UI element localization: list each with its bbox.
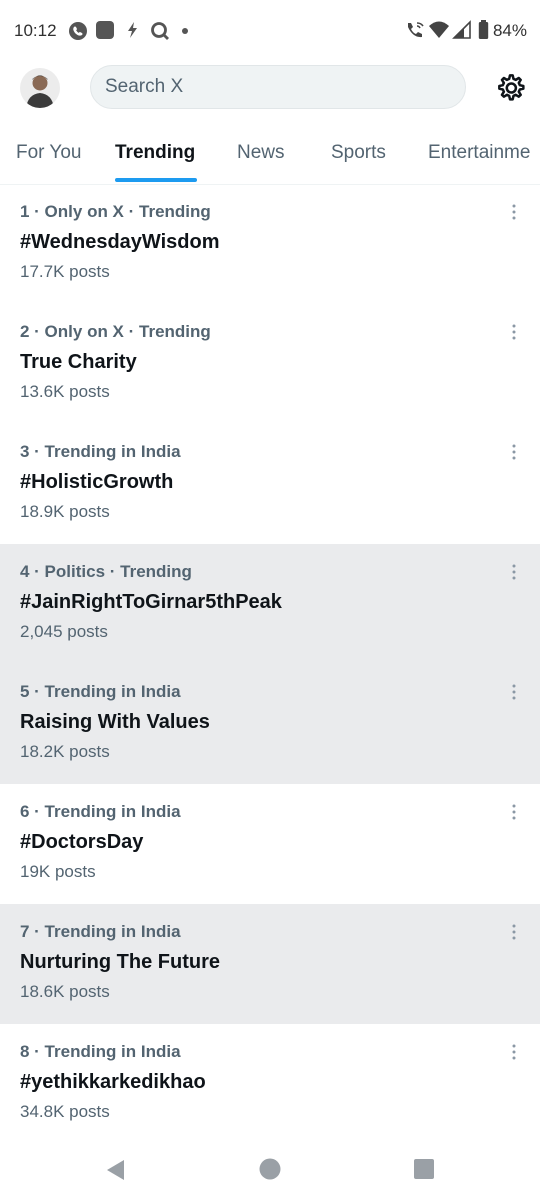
trend-meta: 7 · Trending in India xyxy=(20,922,181,941)
trend-post-count: 34.8K posts xyxy=(20,1102,110,1121)
trend-post-count: 18.6K posts xyxy=(20,982,110,1001)
search-box[interactable] xyxy=(90,65,466,109)
status-time: 10:12 xyxy=(14,21,57,40)
trend-post-count: 18.2K posts xyxy=(20,742,110,761)
trend-name: #WednesdayWisdom xyxy=(20,231,220,253)
more-icon[interactable] xyxy=(504,682,524,702)
trend-item[interactable]: 1 · Only on X · Trending #WednesdayWisdo… xyxy=(0,184,540,304)
trend-item[interactable]: 7 · Trending in India Nurturing The Futu… xyxy=(0,904,540,1024)
trend-item[interactable]: 6 · Trending in India #DoctorsDay 19K po… xyxy=(0,784,540,904)
status-bar: 10:12 84% xyxy=(0,0,540,62)
dot-icon xyxy=(182,28,188,34)
trend-name: #JainRightToGirnar5thPeak xyxy=(20,591,282,613)
trend-item[interactable]: 3 · Trending in India #HolisticGrowth 18… xyxy=(0,424,540,544)
trend-name: True Charity xyxy=(20,351,137,373)
trend-post-count: 17.7K posts xyxy=(20,262,110,281)
wifi-call-icon xyxy=(408,22,424,38)
header xyxy=(0,62,540,118)
back-icon[interactable] xyxy=(104,1158,126,1182)
battery-percentage: 84% xyxy=(492,21,527,40)
trend-meta: 4 · Politics · Trending xyxy=(20,562,192,581)
battery-icon xyxy=(478,20,489,39)
trend-meta: 8 · Trending in India xyxy=(20,1042,181,1061)
navigation-bar xyxy=(0,1140,540,1200)
trend-item[interactable]: 5 · Trending in India Raising With Value… xyxy=(0,664,540,784)
trend-name: #yethikkarkedikhao xyxy=(20,1071,206,1093)
avatar[interactable] xyxy=(20,68,60,108)
trend-name: Nurturing The Future xyxy=(20,951,220,973)
app-icon xyxy=(96,21,114,39)
search-input[interactable] xyxy=(91,66,465,108)
wifi-icon xyxy=(429,21,449,38)
signal-icon xyxy=(452,20,471,39)
whatsapp-icon xyxy=(69,22,87,40)
search-app-icon xyxy=(151,22,169,40)
tab-news[interactable]: News xyxy=(237,142,285,164)
more-icon[interactable] xyxy=(504,922,524,942)
trend-post-count: 13.6K posts xyxy=(20,382,110,401)
more-icon[interactable] xyxy=(504,1042,524,1062)
more-icon[interactable] xyxy=(504,202,524,222)
tab-sports[interactable]: Sports xyxy=(331,142,386,164)
trend-item[interactable]: 8 · Trending in India #yethikkarkedikhao… xyxy=(0,1024,540,1144)
flash-icon xyxy=(128,22,137,38)
tab-bar: For You Trending News Sports Entertainme xyxy=(0,132,540,185)
trend-meta: 6 · Trending in India xyxy=(20,802,181,821)
tab-indicator xyxy=(115,178,197,182)
trend-name: #HolisticGrowth xyxy=(20,471,174,493)
recents-icon[interactable] xyxy=(414,1159,434,1179)
tab-for-you[interactable]: For You xyxy=(16,142,82,164)
more-icon[interactable] xyxy=(504,562,524,582)
trend-meta: 1 · Only on X · Trending xyxy=(20,202,211,221)
trend-post-count: 18.9K posts xyxy=(20,502,110,521)
tab-trending[interactable]: Trending xyxy=(115,142,195,164)
trend-meta: 3 · Trending in India xyxy=(20,442,181,461)
more-icon[interactable] xyxy=(504,322,524,342)
trend-name: #DoctorsDay xyxy=(20,831,144,853)
trend-meta: 2 · Only on X · Trending xyxy=(20,322,211,341)
trend-meta: 5 · Trending in India xyxy=(20,682,181,701)
trend-post-count: 2,045 posts xyxy=(20,622,108,641)
trend-item[interactable]: 2 · Only on X · Trending True Charity 13… xyxy=(0,304,540,424)
tab-entertainment[interactable]: Entertainme xyxy=(428,142,530,164)
trend-name: Raising With Values xyxy=(20,711,210,733)
more-icon[interactable] xyxy=(504,802,524,822)
home-icon[interactable] xyxy=(259,1158,281,1180)
more-icon[interactable] xyxy=(504,442,524,462)
trend-item[interactable]: 4 · Politics · Trending #JainRightToGirn… xyxy=(0,544,540,664)
settings-icon[interactable] xyxy=(494,72,526,104)
trend-list: 1 · Only on X · Trending #WednesdayWisdo… xyxy=(0,184,540,1144)
trend-post-count: 19K posts xyxy=(20,862,96,881)
